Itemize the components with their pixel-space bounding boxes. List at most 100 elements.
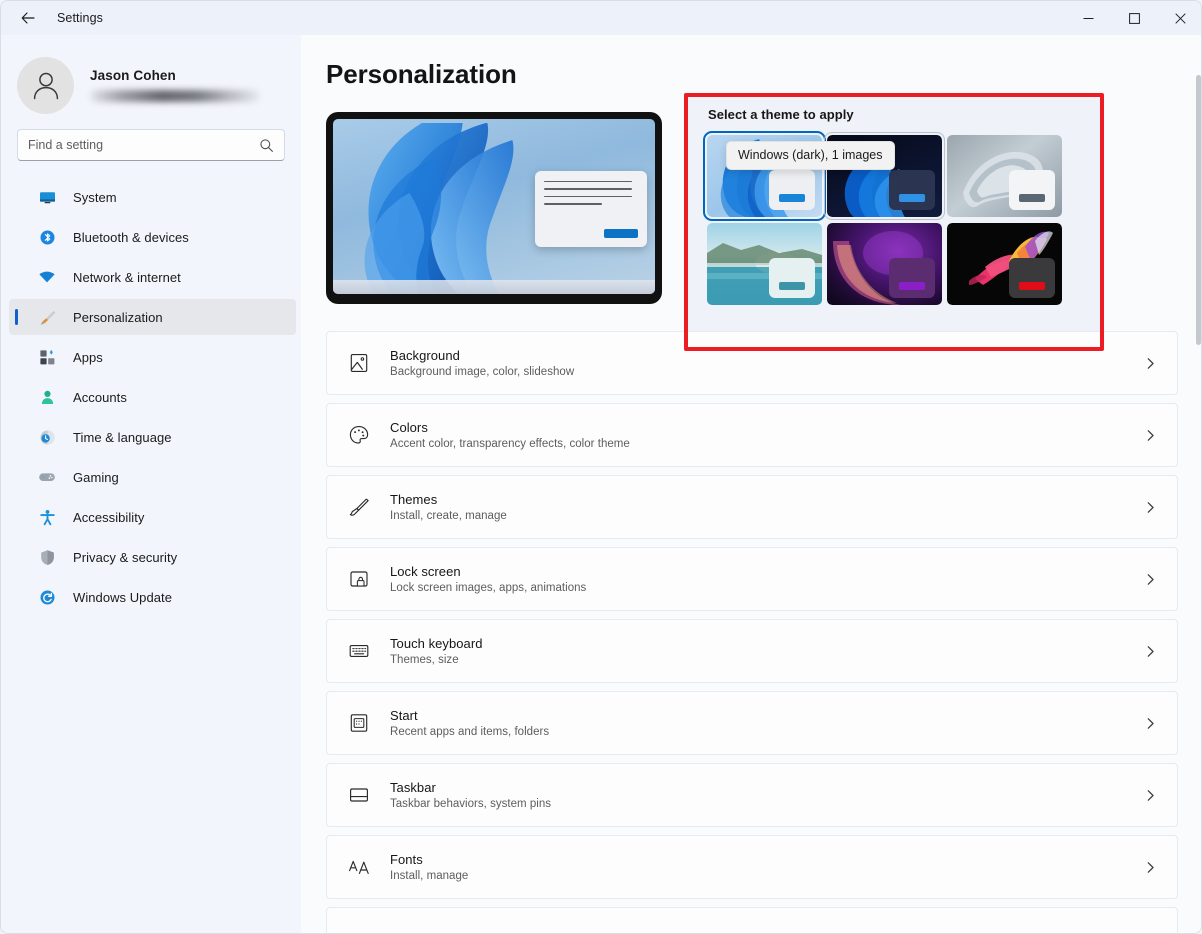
settings-item-subtitle: Lock screen images, apps, animations	[390, 582, 587, 594]
settings-item-title: Lock screen	[390, 564, 461, 579]
sidebar-item-privacy-security[interactable]: Privacy & security	[9, 539, 296, 575]
arrow-left-icon	[21, 12, 35, 24]
desktop-preview	[326, 112, 662, 304]
theme-tile-glow-light[interactable]	[947, 135, 1062, 217]
theme-window-mock	[1009, 258, 1055, 298]
picture-icon	[345, 352, 373, 374]
sidebar-item-label: Personalization	[73, 309, 163, 325]
avatar	[17, 56, 74, 114]
theme-window-mock	[889, 170, 935, 210]
scrollbar[interactable]	[1196, 75, 1201, 905]
settings-item-lock-screen[interactable]: Lock screen Lock screen images, apps, an…	[326, 547, 1178, 611]
sidebar-item-system[interactable]: System	[9, 179, 296, 215]
settings-item-text: Taskbar Taskbar behaviors, system pins	[390, 780, 551, 810]
maximize-icon	[1128, 12, 1140, 24]
settings-window: Settings Jason Cohen Find a setting Syst…	[0, 0, 1202, 934]
theme-tile-captured-motion[interactable]	[707, 223, 822, 305]
lock-screen-icon	[345, 568, 373, 590]
paintbrush-icon	[37, 307, 57, 327]
theme-accent-swatch	[1019, 282, 1045, 290]
profile-name: Jason Cohen	[90, 68, 176, 83]
theme-window-mock	[769, 258, 815, 298]
sidebar-item-time-language[interactable]: Time & language	[9, 419, 296, 455]
sidebar-item-gaming[interactable]: Gaming	[9, 459, 296, 495]
gamepad-icon	[37, 467, 57, 487]
minimize-button[interactable]	[1065, 1, 1111, 35]
sidebar-item-windows-update[interactable]: Windows Update	[9, 579, 296, 615]
sidebar-item-label: Privacy & security	[73, 549, 178, 565]
chevron-right-icon[interactable]	[1144, 861, 1157, 874]
settings-item-colors[interactable]: Colors Accent color, transparency effect…	[326, 403, 1178, 467]
chevron-right-icon[interactable]	[1144, 717, 1157, 730]
title-bar: Settings	[1, 1, 1201, 35]
minimize-icon	[1083, 17, 1093, 19]
sidebar-item-label: Windows Update	[73, 589, 172, 605]
settings-item-text: Lock screen Lock screen images, apps, an…	[390, 564, 586, 594]
theme-panel-title: Select a theme to apply	[708, 107, 854, 122]
wifi-icon	[37, 267, 57, 287]
sidebar-item-label: Accounts	[73, 389, 127, 405]
settings-item-fonts[interactable]: Fonts Install, manage	[326, 835, 1178, 899]
person-avatar-icon	[33, 72, 58, 100]
sidebar-item-label: Gaming	[73, 469, 119, 485]
theme-accent-swatch	[779, 194, 805, 202]
chevron-right-icon[interactable]	[1144, 789, 1157, 802]
sidebar-item-network-internet[interactable]: Network & internet	[9, 259, 296, 295]
page-title: Personalization	[326, 59, 517, 89]
close-button[interactable]	[1157, 1, 1201, 35]
scrollbar-thumb[interactable]	[1196, 75, 1201, 345]
theme-panel: Select a theme to apply	[684, 94, 1102, 349]
sidebar-item-apps[interactable]: Apps	[9, 339, 296, 375]
search-box[interactable]	[17, 129, 285, 161]
user-profile[interactable]: Jason Cohen	[1, 35, 301, 115]
chevron-right-icon[interactable]	[1144, 573, 1157, 586]
preview-screen	[333, 119, 655, 294]
theme-window-mock	[769, 170, 815, 210]
sidebar-item-accessibility[interactable]: Accessibility	[9, 499, 296, 535]
paintbrush-icon	[345, 496, 373, 518]
apps-grid-icon	[37, 347, 57, 367]
search-icon	[259, 138, 274, 153]
content-area: Personalization Select a theme to apply …	[301, 35, 1201, 933]
chevron-right-icon[interactable]	[1144, 429, 1157, 442]
back-button[interactable]	[11, 3, 45, 33]
palette-icon	[345, 424, 373, 446]
settings-item-start[interactable]: Start Recent apps and items, folders	[326, 691, 1178, 755]
sidebar-item-label: Bluetooth & devices	[73, 229, 189, 245]
sidebar-item-label: Network & internet	[73, 269, 181, 285]
accessibility-person-icon	[37, 507, 57, 527]
chevron-right-icon[interactable]	[1144, 357, 1157, 370]
theme-window-mock	[1009, 170, 1055, 210]
search-input[interactable]	[18, 138, 259, 152]
settings-item-subtitle: Accent color, transparency effects, colo…	[390, 438, 630, 450]
sidebar: Jason Cohen Find a setting System Blueto…	[1, 35, 301, 933]
sidebar-item-personalization[interactable]: Personalization	[9, 299, 296, 335]
settings-item-touch-keyboard[interactable]: Touch keyboard Themes, size	[326, 619, 1178, 683]
theme-tile-sunrise[interactable]	[947, 223, 1062, 305]
settings-item-subtitle: Install, create, manage	[390, 510, 507, 522]
settings-item-background[interactable]: Background Background image, color, slid…	[326, 331, 1178, 395]
chevron-right-icon[interactable]	[1144, 501, 1157, 514]
chevron-right-icon[interactable]	[1144, 645, 1157, 658]
theme-tile-flow[interactable]	[827, 223, 942, 305]
settings-item-subtitle: Install, manage	[390, 870, 469, 882]
sidebar-item-accounts[interactable]: Accounts	[9, 379, 296, 415]
preview-window-mock	[535, 171, 647, 247]
preview-taskbar	[333, 280, 655, 294]
sidebar-item-label: Apps	[73, 349, 103, 365]
settings-item-title: Colors	[390, 420, 428, 435]
theme-window-mock	[889, 258, 935, 298]
theme-accent-swatch	[899, 194, 925, 202]
sidebar-item-label: Accessibility	[73, 509, 145, 525]
update-refresh-icon	[37, 587, 57, 607]
settings-item-partial[interactable]	[326, 907, 1178, 933]
settings-item-title: Start	[390, 708, 418, 723]
settings-item-subtitle: Taskbar behaviors, system pins	[390, 798, 552, 810]
sidebar-item-bluetooth-devices[interactable]: Bluetooth & devices	[9, 219, 296, 255]
settings-item-text: Fonts Install, manage	[390, 852, 468, 882]
settings-item-taskbar[interactable]: Taskbar Taskbar behaviors, system pins	[326, 763, 1178, 827]
maximize-button[interactable]	[1111, 1, 1157, 35]
settings-list: Background Background image, color, slid…	[301, 325, 1201, 933]
settings-item-themes[interactable]: Themes Install, create, manage	[326, 475, 1178, 539]
search-wrapper	[1, 115, 301, 161]
